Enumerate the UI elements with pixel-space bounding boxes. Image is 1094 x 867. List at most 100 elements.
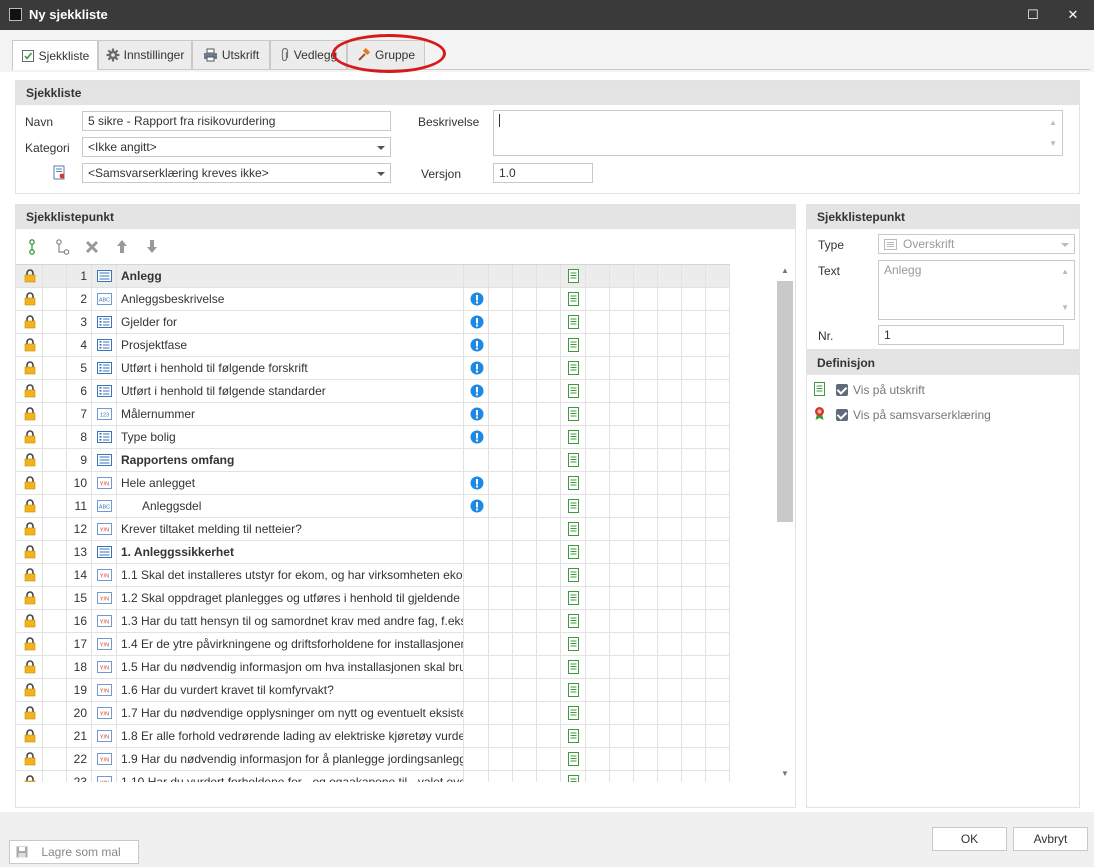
delete-icon[interactable] xyxy=(85,240,99,254)
table-row[interactable]: 12 Y/N Krever tiltaket melding til netteie… xyxy=(16,518,730,541)
type-cell: 123 xyxy=(92,403,117,425)
table-row[interactable]: 4 Prosjektfase xyxy=(16,334,730,357)
exclamation-icon xyxy=(470,430,484,444)
list-type-icon xyxy=(97,385,112,397)
print-cell xyxy=(561,288,586,310)
row-text: Utført i henhold til følgende forskrift xyxy=(117,357,464,379)
beskrivelse-textarea[interactable]: ▲ ▼ xyxy=(493,110,1063,156)
nr-input[interactable]: 1 xyxy=(878,325,1064,345)
print-doc-icon xyxy=(568,637,579,651)
scroll-down-icon[interactable]: ▼ xyxy=(1049,135,1057,153)
grid-cell xyxy=(513,449,537,471)
table-row[interactable]: 3 Gjelder for xyxy=(16,311,730,334)
grid-cell xyxy=(43,265,67,287)
tab-innstillinger[interactable]: Innstillinger xyxy=(98,40,192,69)
table-row[interactable]: 1 Anlegg xyxy=(16,265,730,288)
tab-sjekkliste[interactable]: Sjekkliste xyxy=(12,40,98,70)
vis-samsvar-checkbox[interactable] xyxy=(836,409,848,421)
table-row[interactable]: 2 ABC Anleggsbeskrivelse xyxy=(16,288,730,311)
grid-cell xyxy=(513,334,537,356)
lagre-som-mal-button[interactable]: Lagre som mal xyxy=(9,840,139,864)
lagre-label: Lagre som mal xyxy=(41,845,121,859)
move-up-icon[interactable] xyxy=(116,239,128,254)
samsvar-select[interactable]: <Samsvarserklæring kreves ikke> xyxy=(82,163,391,183)
type-cell: ABC xyxy=(92,495,117,517)
grid-cell xyxy=(610,679,634,701)
navn-label: Navn xyxy=(25,115,54,129)
type-select[interactable]: Overskrift xyxy=(878,234,1075,254)
table-row[interactable]: 11 ABC Anleggsdel xyxy=(16,495,730,518)
versjon-input[interactable]: 1.0 xyxy=(493,163,593,183)
table-row[interactable]: 15 Y/N 1.2 Skal oppdraget planlegges og ut… xyxy=(16,587,730,610)
lock-icon xyxy=(24,660,36,674)
table-row[interactable]: 5 Utført i henhold til følgende forskrift xyxy=(16,357,730,380)
scroll-down-icon[interactable]: ▼ xyxy=(1061,299,1069,317)
grid-cell xyxy=(634,495,658,517)
svg-text:Y/N: Y/N xyxy=(100,665,109,671)
table-row[interactable]: 22 Y/N 1.9 Har du nødvendig informasjon fo… xyxy=(16,748,730,771)
avbryt-button[interactable]: Avbryt xyxy=(1013,827,1088,851)
text-value: Anlegg xyxy=(884,263,922,277)
grid-cell xyxy=(513,518,537,540)
award-icon xyxy=(815,407,824,420)
table-row[interactable]: 7 123 Målernummer xyxy=(16,403,730,426)
beskrivelse-label: Beskrivelse xyxy=(418,115,480,129)
scroll-down-icon[interactable]: ▼ xyxy=(781,769,789,778)
grid-cell xyxy=(706,518,730,540)
table-row[interactable]: 23 Y/N 1.10 Har du vurdert forholdene for … xyxy=(16,771,730,782)
grid-cell xyxy=(682,472,706,494)
table-row[interactable]: 8 Type bolig xyxy=(16,426,730,449)
table-row[interactable]: 6 Utført i henhold til følgende standarde… xyxy=(16,380,730,403)
type-cell: Y/N xyxy=(92,564,117,586)
lock-cell xyxy=(16,748,43,770)
kategori-select[interactable]: <Ikke angitt> xyxy=(82,137,391,157)
table-row[interactable]: 10 Y/N Hele anlegget xyxy=(16,472,730,495)
grid-cell xyxy=(634,357,658,379)
table-row[interactable]: 17 Y/N 1.4 Er de ytre påvirkningene og dri… xyxy=(16,633,730,656)
lock-icon xyxy=(24,315,36,329)
grid-cell xyxy=(537,633,561,655)
navn-input[interactable]: 5 sikre - Rapport fra risikovurdering xyxy=(82,111,391,131)
certificate-doc-icon xyxy=(53,165,65,180)
close-button[interactable]: ✕ xyxy=(1063,5,1083,25)
scrollbar-thumb[interactable] xyxy=(777,281,793,522)
grid-cell xyxy=(634,403,658,425)
table-row[interactable]: 21 Y/N 1.8 Er alle forhold vedrørende ladi… xyxy=(16,725,730,748)
add-subitem-icon[interactable] xyxy=(56,239,70,255)
print-doc-icon xyxy=(568,407,579,421)
grid-cell xyxy=(586,495,610,517)
scroll-up-icon[interactable]: ▲ xyxy=(1049,114,1057,132)
ok-button[interactable]: OK xyxy=(932,827,1007,851)
table-row[interactable]: 16 Y/N 1.3 Har du tatt hensyn til og samor… xyxy=(16,610,730,633)
row-number: 17 xyxy=(67,633,92,655)
scroll-up-icon[interactable]: ▲ xyxy=(781,266,789,275)
yn-type-icon: Y/N xyxy=(97,753,112,765)
scroll-up-icon[interactable]: ▲ xyxy=(1061,263,1069,281)
text-textarea[interactable]: Anlegg ▲ ▼ xyxy=(878,260,1075,320)
print-doc-icon xyxy=(568,499,579,513)
move-down-icon[interactable] xyxy=(146,239,158,254)
grid-cell xyxy=(537,564,561,586)
table-row[interactable]: 18 Y/N 1.5 Har du nødvendig informasjon om… xyxy=(16,656,730,679)
grid-cell xyxy=(634,771,658,782)
section-header: Sjekkliste xyxy=(16,81,1079,105)
grid-cell xyxy=(610,541,634,563)
row-number: 11 xyxy=(67,495,92,517)
table-row[interactable]: 14 Y/N 1.1 Skal det installeres utstyr for… xyxy=(16,564,730,587)
table-row[interactable]: 19 Y/N 1.6 Har du vurdert kravet til komfy… xyxy=(16,679,730,702)
print-cell xyxy=(561,495,586,517)
svg-text:Y/N: Y/N xyxy=(100,734,109,740)
lock-cell xyxy=(16,449,43,471)
grid-cell xyxy=(682,771,706,782)
tab-utskrift[interactable]: Utskrift xyxy=(192,40,270,69)
maximize-button[interactable]: ☐ xyxy=(1023,5,1043,25)
grid-cell xyxy=(513,725,537,747)
table-row[interactable]: 9 Rapportens omfang xyxy=(16,449,730,472)
grid-cell xyxy=(513,380,537,402)
table-row[interactable]: 20 Y/N 1.7 Har du nødvendige opplysninger … xyxy=(16,702,730,725)
table-row[interactable]: 13 1. Anleggssikkerhet xyxy=(16,541,730,564)
grid-cell xyxy=(682,311,706,333)
grid-cell xyxy=(610,748,634,770)
add-item-icon[interactable] xyxy=(27,239,37,255)
vis-utskrift-checkbox[interactable] xyxy=(836,384,848,396)
